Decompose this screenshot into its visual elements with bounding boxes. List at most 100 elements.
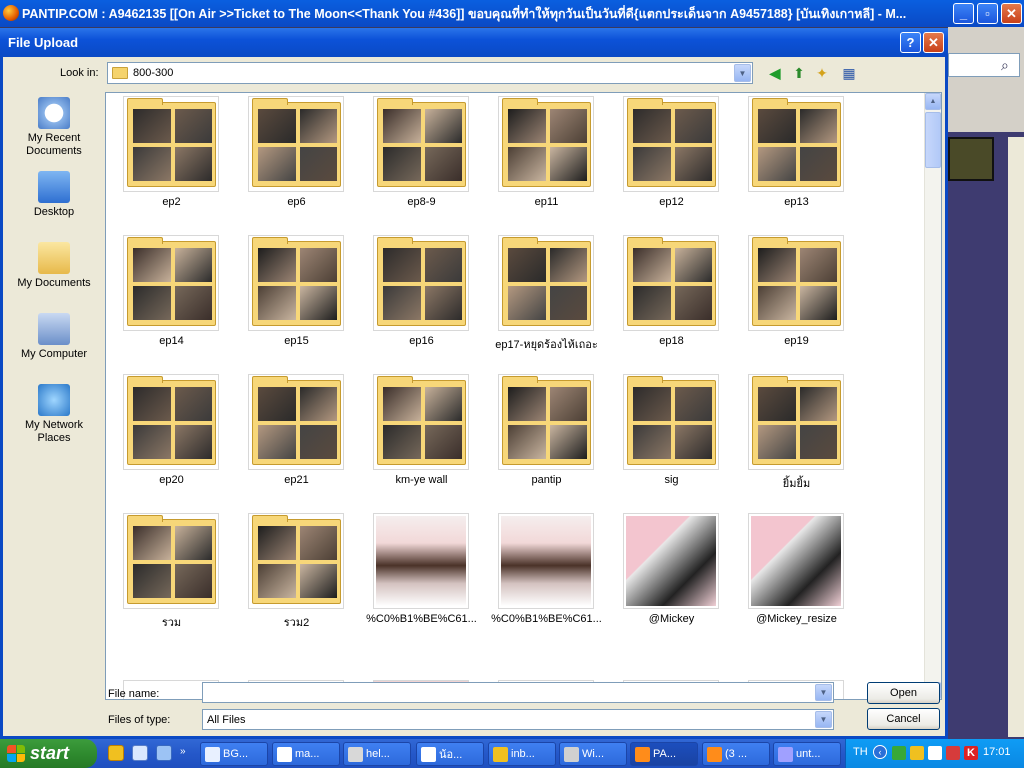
taskbar-button[interactable]: PA... <box>630 742 698 766</box>
folder-item[interactable]: ep21 <box>231 374 356 506</box>
folder-item[interactable]: รวม2 <box>231 513 356 645</box>
tray-clock-icon[interactable] <box>910 746 924 760</box>
file-name: km-ye wall <box>395 474 448 486</box>
folder-item[interactable]: ep8-9 <box>356 96 481 228</box>
chevron-down-icon[interactable]: ▼ <box>815 711 832 728</box>
folder-item[interactable]: ep12 <box>606 96 731 228</box>
taskbar-button-label: PA... <box>653 748 677 760</box>
tray-expand-icon[interactable]: ‹ <box>873 745 887 759</box>
folder-icon <box>377 237 466 326</box>
place-network[interactable]: My Network Places <box>8 384 100 445</box>
folder-preview-image <box>758 387 796 421</box>
quicklaunch-clock-icon[interactable] <box>108 745 124 761</box>
file-name: รวม2 <box>283 617 310 629</box>
open-button[interactable]: Open <box>867 682 940 704</box>
folder-preview-image <box>258 248 296 282</box>
tray-security-icon[interactable] <box>946 746 960 760</box>
look-in-combo[interactable]: 800-300 ▼ <box>107 62 753 84</box>
file-name: ep14 <box>159 335 184 347</box>
image-file-item[interactable]: @Mickey <box>606 513 731 645</box>
quicklaunch-browser-icon[interactable] <box>156 745 172 761</box>
file-list-scrollbar[interactable]: ▲ ▼ <box>924 93 941 699</box>
image-file-item[interactable]: @Mickey_resize <box>731 513 856 645</box>
tray-panda-icon[interactable] <box>928 746 942 760</box>
chevron-more-icon[interactable]: » <box>180 746 186 757</box>
folder-item[interactable]: ep11 <box>481 96 606 228</box>
folder-thumbnail <box>498 235 594 331</box>
new-folder-icon[interactable]: ✦ <box>813 65 831 82</box>
tray-app-icon[interactable] <box>892 746 906 760</box>
quicklaunch-media-icon[interactable] <box>132 745 148 761</box>
file-name: %C0%B1%BE%C61... <box>366 613 477 625</box>
place-desktop[interactable]: Desktop <box>8 171 100 219</box>
taskbar-button[interactable]: Wi... <box>559 742 627 766</box>
folder-item[interactable]: pantip <box>481 374 606 506</box>
place-my-computer[interactable]: My Computer <box>8 313 100 361</box>
folder-item[interactable]: รวม <box>106 513 231 645</box>
folder-item[interactable]: ep16 <box>356 235 481 367</box>
folder-preview-image <box>424 109 462 143</box>
folder-preview-image <box>758 425 796 459</box>
taskbar-button[interactable]: BG... <box>200 742 268 766</box>
folder-icon <box>252 98 341 187</box>
place-label: Desktop <box>33 206 75 218</box>
image-file-item[interactable]: %C0%B1%BE%C61... <box>356 513 481 645</box>
folder-thumbnail <box>748 235 844 331</box>
taskbar-button[interactable]: unt... <box>773 742 841 766</box>
folder-item[interactable]: ยิ้มยิ้ม <box>731 374 856 506</box>
taskbar-button[interactable]: ma... <box>272 742 340 766</box>
place-recent-documents[interactable]: My Recent Documents <box>8 97 100 158</box>
dialog-title: File Upload <box>8 35 79 50</box>
view-menu-icon[interactable]: ▦ <box>837 65 861 82</box>
photo-preview <box>751 516 841 606</box>
folder-item[interactable]: km-ye wall <box>356 374 481 506</box>
folder-icon <box>112 67 128 79</box>
folder-item[interactable]: ep18 <box>606 235 731 367</box>
taskbar-button[interactable]: hel... <box>343 742 411 766</box>
folder-item[interactable]: ep20 <box>106 374 231 506</box>
folder-item[interactable]: ep2 <box>106 96 231 228</box>
folder-item[interactable]: ep14 <box>106 235 231 367</box>
folder-item[interactable]: ep13 <box>731 96 856 228</box>
folder-preview-image <box>799 109 837 143</box>
file-name-field[interactable]: ▼ <box>202 682 834 703</box>
help-button[interactable]: ? <box>900 32 921 53</box>
image-file-item[interactable]: %C0%B1%BE%C61... <box>481 513 606 645</box>
back-icon[interactable]: ◀ <box>766 65 784 82</box>
folder-item[interactable]: sig <box>606 374 731 506</box>
folder-preview-image <box>258 387 296 421</box>
folder-preview-image <box>508 425 546 459</box>
file-list-view[interactable]: ep2 ep6 ep8-9 ep11 ep12 ep13 ep14 ep15 ep16 ep17-… <box>105 92 942 700</box>
minimize-button[interactable]: _ <box>953 3 974 24</box>
place-label: My Documents <box>17 277 91 289</box>
files-of-type-select[interactable]: All Files ▼ <box>202 709 834 730</box>
file-upload-dialog: File Upload ? ✕ Look in: 800-300 ▼ ◀ ⬆ ✦… <box>0 28 948 739</box>
folder-preview-image <box>758 248 796 282</box>
dialog-close-button[interactable]: ✕ <box>923 32 944 53</box>
photo-preview <box>376 516 466 606</box>
cancel-button[interactable]: Cancel <box>867 708 940 730</box>
taskbar-button[interactable]: inb... <box>488 742 556 766</box>
folder-thumbnail <box>498 374 594 470</box>
restore-button[interactable]: ▫ <box>977 3 998 24</box>
folder-item[interactable]: ep6 <box>231 96 356 228</box>
up-folder-icon[interactable]: ⬆ <box>790 65 808 82</box>
folder-preview-image <box>424 387 462 421</box>
language-indicator[interactable]: TH <box>853 746 868 758</box>
browser-close-button[interactable]: ✕ <box>1001 3 1022 24</box>
start-button[interactable]: start <box>0 739 97 768</box>
chevron-down-icon[interactable]: ▼ <box>815 684 832 701</box>
folder-item[interactable]: ep19 <box>731 235 856 367</box>
place-my-documents[interactable]: My Documents <box>8 242 100 290</box>
file-name: ep18 <box>659 335 684 347</box>
file-name: ep16 <box>409 335 434 347</box>
taskbar-button[interactable]: น้อ... <box>416 742 484 766</box>
folder-item[interactable]: ep15 <box>231 235 356 367</box>
folder-item[interactable]: ep17-หยุดร้องไห้เถอะ <box>481 235 606 367</box>
file-name: ep6 <box>287 196 306 208</box>
taskbar-button[interactable]: (3 ... <box>702 742 770 766</box>
scroll-thumb[interactable] <box>925 112 941 168</box>
chevron-down-icon[interactable]: ▼ <box>734 64 751 82</box>
scroll-up-icon[interactable]: ▲ <box>925 93 941 110</box>
tray-antivirus-icon[interactable]: K <box>964 746 978 760</box>
